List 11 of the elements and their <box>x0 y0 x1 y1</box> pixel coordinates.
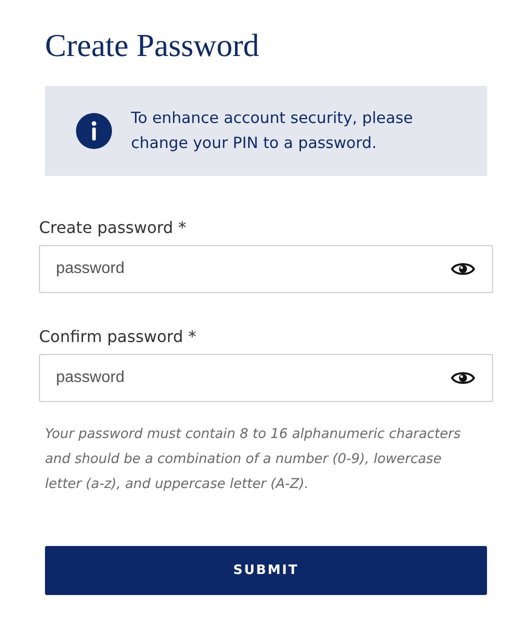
field-label: Confirm password * <box>39 327 198 347</box>
submit-button[interactable]: SUBMIT <box>45 546 487 595</box>
password-field[interactable]: password <box>39 354 493 402</box>
page-title: Create Password <box>45 26 260 64</box>
info-icon <box>76 113 112 149</box>
eye-icon[interactable] <box>451 261 475 277</box>
info-message: To enhance account security, please change your PIN to a password. <box>131 108 414 154</box>
password-rules-text: Your password must contain 8 to 16 alphanumeric characters and should be a combination of a number (0-9), lowercase letter (a-z), and uppercase letter (A-Z). <box>45 425 462 494</box>
eye-icon[interactable] <box>451 370 475 386</box>
password-field[interactable]: password <box>39 245 493 293</box>
field-label: Create password * <box>39 218 188 238</box>
